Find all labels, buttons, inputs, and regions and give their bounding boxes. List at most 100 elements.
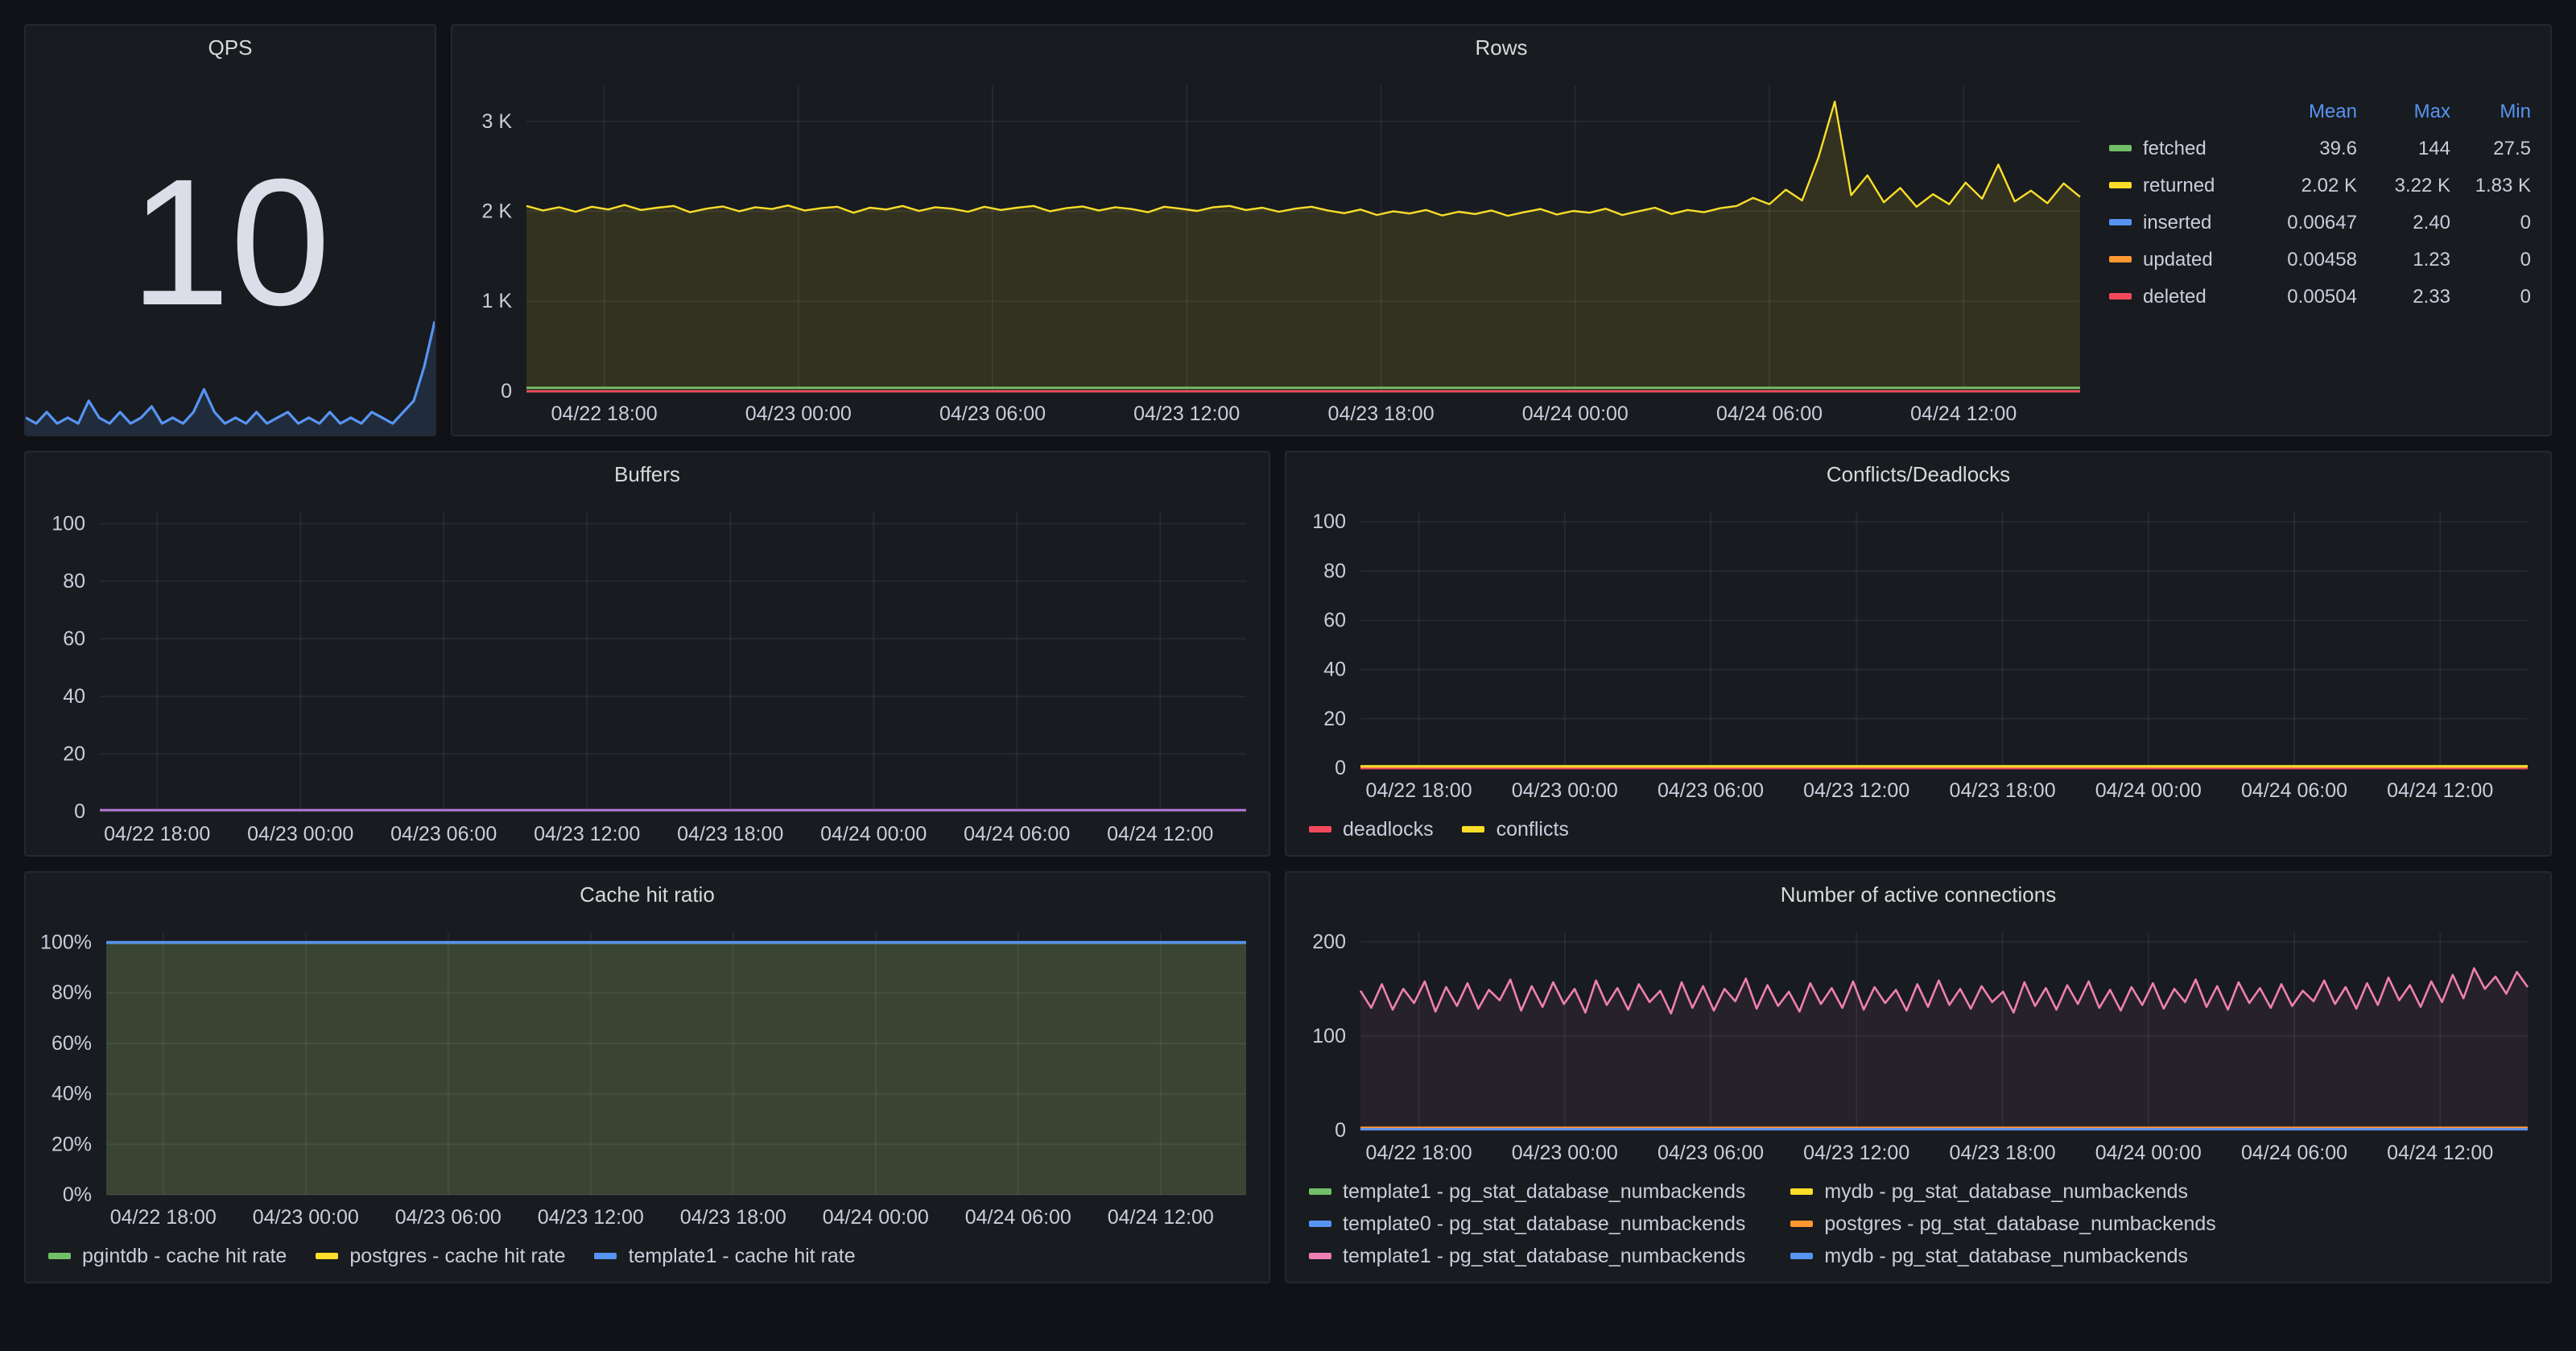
legend-table-row: inserted0.006472.400 [2109,203,2531,240]
svg-text:04/24 06:00: 04/24 06:00 [1716,403,1823,425]
svg-text:60: 60 [1323,609,1346,632]
series-color-swatch [2109,181,2132,188]
legend-label: conflicts [1496,818,1569,841]
legend-item[interactable]: template1 - cache hit rate [595,1245,856,1267]
svg-text:04/23 18:00: 04/23 18:00 [1328,403,1435,425]
svg-text:04/23 06:00: 04/23 06:00 [395,1206,502,1229]
panel-buffers: Buffers 02040608010004/22 18:0004/23 00:… [24,451,1270,857]
svg-text:04/24 12:00: 04/24 12:00 [1107,823,1213,845]
rows-panel-title[interactable]: Rows [452,26,2550,69]
svg-text:04/24 12:00: 04/24 12:00 [2387,1142,2493,1164]
legend-label: pgintdb - cache hit rate [82,1245,287,1267]
svg-text:04/23 06:00: 04/23 06:00 [1657,779,1764,802]
svg-text:04/22 18:00: 04/22 18:00 [1366,779,1472,802]
panel-conflicts: Conflicts/Deadlocks 02040608010004/22 18… [1285,451,2552,857]
series-color-swatch [1309,1253,1331,1259]
legend-min-value: 1.83 K [2450,173,2531,196]
svg-text:2 K: 2 K [481,200,512,222]
legend-header[interactable]: Max [2357,99,2450,122]
svg-text:04/24 00:00: 04/24 00:00 [820,823,927,845]
svg-text:04/24 00:00: 04/24 00:00 [823,1206,929,1229]
cache-hit-ratio-chart[interactable]: 0%20%40%60%80%100%04/22 18:0004/23 00:00… [26,916,1269,1238]
connections-chart[interactable]: 010020004/22 18:0004/23 00:0004/23 06:00… [1286,916,2550,1174]
svg-text:04/24 12:00: 04/24 12:00 [1910,403,2017,425]
legend-series-name[interactable]: inserted [2109,210,2254,233]
svg-text:04/23 12:00: 04/23 12:00 [534,823,640,845]
series-color-swatch [316,1253,338,1259]
legend-header[interactable]: Min [2450,99,2531,122]
svg-text:0: 0 [1335,1119,1346,1142]
legend-item[interactable]: template1 - pg_stat_database_numbackends [1309,1180,1745,1203]
svg-text:04/24 06:00: 04/24 06:00 [2241,779,2347,802]
connections-panel-title[interactable]: Number of active connections [1286,873,2550,916]
series-color-swatch [48,1253,71,1259]
svg-text:04/22 18:00: 04/22 18:00 [110,1206,217,1229]
legend-series-name[interactable]: fetched [2109,136,2254,159]
rows-chart[interactable]: 01 K2 K3 K04/22 18:0004/23 00:0004/23 06… [452,69,2103,435]
svg-text:80%: 80% [52,981,92,1004]
svg-text:04/24 06:00: 04/24 06:00 [2241,1142,2347,1164]
legend-table-row: deleted0.005042.330 [2109,277,2531,314]
svg-text:04/23 00:00: 04/23 00:00 [247,823,353,845]
legend-label: template1 - pg_stat_database_numbackends [1343,1180,1745,1203]
legend-header[interactable]: Mean [2254,99,2357,122]
svg-text:0: 0 [74,800,85,823]
legend-mean-value: 39.6 [2254,136,2357,159]
series-color-swatch [1463,826,1485,832]
legend-item[interactable]: pgintdb - cache hit rate [48,1245,287,1267]
qps-panel-title[interactable]: QPS [26,26,435,69]
legend-header-row: MeanMaxMin [2109,92,2531,129]
buffers-chart[interactable]: 02040608010004/22 18:0004/23 00:0004/23 … [26,496,1269,855]
cache-panel-title[interactable]: Cache hit ratio [26,873,1269,916]
legend-item[interactable]: postgres - pg_stat_database_numbackends [1790,1213,2215,1235]
legend-series-name[interactable]: updated [2109,247,2254,270]
series-color-swatch [1309,1188,1331,1195]
legend-max-value: 1.23 [2357,247,2450,270]
svg-text:100: 100 [1312,510,1346,533]
svg-text:40: 40 [63,685,85,708]
series-color-swatch [1309,1221,1331,1227]
series-color-swatch [2109,292,2132,299]
svg-text:80: 80 [1323,560,1346,582]
svg-text:04/23 06:00: 04/23 06:00 [1657,1142,1764,1164]
panel-active-connections: Number of active connections 010020004/2… [1285,871,2552,1283]
svg-text:20%: 20% [52,1133,92,1155]
svg-text:04/22 18:00: 04/22 18:00 [551,403,658,425]
svg-text:60: 60 [63,627,85,650]
legend-label: template1 - cache hit rate [629,1245,856,1267]
legend-item[interactable]: postgres - cache hit rate [316,1245,565,1267]
svg-text:04/23 18:00: 04/23 18:00 [1950,1142,2056,1164]
legend-table-row: updated0.004581.230 [2109,240,2531,277]
conflicts-panel-title[interactable]: Conflicts/Deadlocks [1286,452,2550,496]
svg-text:80: 80 [63,570,85,593]
cache-legend: pgintdb - cache hit rate postgres - cache… [26,1238,1269,1282]
buffers-panel-title[interactable]: Buffers [26,452,1269,496]
svg-text:100%: 100% [40,932,92,954]
svg-text:200: 200 [1312,931,1346,953]
svg-text:04/23 06:00: 04/23 06:00 [390,823,497,845]
legend-item[interactable]: template1 - pg_stat_database_numbackends [1309,1245,1745,1267]
legend-item[interactable]: mydb - pg_stat_database_numbackends [1790,1245,2215,1267]
qps-sparkline-chart[interactable] [26,312,435,435]
svg-text:0: 0 [1335,757,1346,779]
svg-text:04/23 00:00: 04/23 00:00 [1512,1142,1618,1164]
legend-max-value: 3.22 K [2357,173,2450,196]
svg-text:04/24 12:00: 04/24 12:00 [1108,1206,1214,1229]
legend-item[interactable]: conflicts [1463,818,1569,841]
legend-min-value: 27.5 [2450,136,2531,159]
legend-mean-value: 2.02 K [2254,173,2357,196]
legend-item[interactable]: mydb - pg_stat_database_numbackends [1790,1180,2215,1203]
panel-cache-hit-ratio: Cache hit ratio 0%20%40%60%80%100%04/22 … [24,871,1270,1283]
legend-series-name[interactable]: returned [2109,173,2254,196]
legend-item[interactable]: deadlocks [1309,818,1434,841]
svg-text:04/24 06:00: 04/24 06:00 [965,1206,1071,1229]
svg-text:04/24 00:00: 04/24 00:00 [2095,1142,2202,1164]
conflicts-chart[interactable]: 02040608010004/22 18:0004/23 00:0004/23 … [1286,496,2550,812]
legend-max-value: 2.33 [2357,284,2450,307]
legend-series-name[interactable]: deleted [2109,284,2254,307]
svg-text:04/22 18:00: 04/22 18:00 [104,823,210,845]
legend-label: postgres - pg_stat_database_numbackends [1824,1213,2215,1235]
legend-label: deadlocks [1343,818,1434,841]
svg-text:20: 20 [1323,708,1346,730]
legend-item[interactable]: template0 - pg_stat_database_numbackends [1309,1213,1745,1235]
